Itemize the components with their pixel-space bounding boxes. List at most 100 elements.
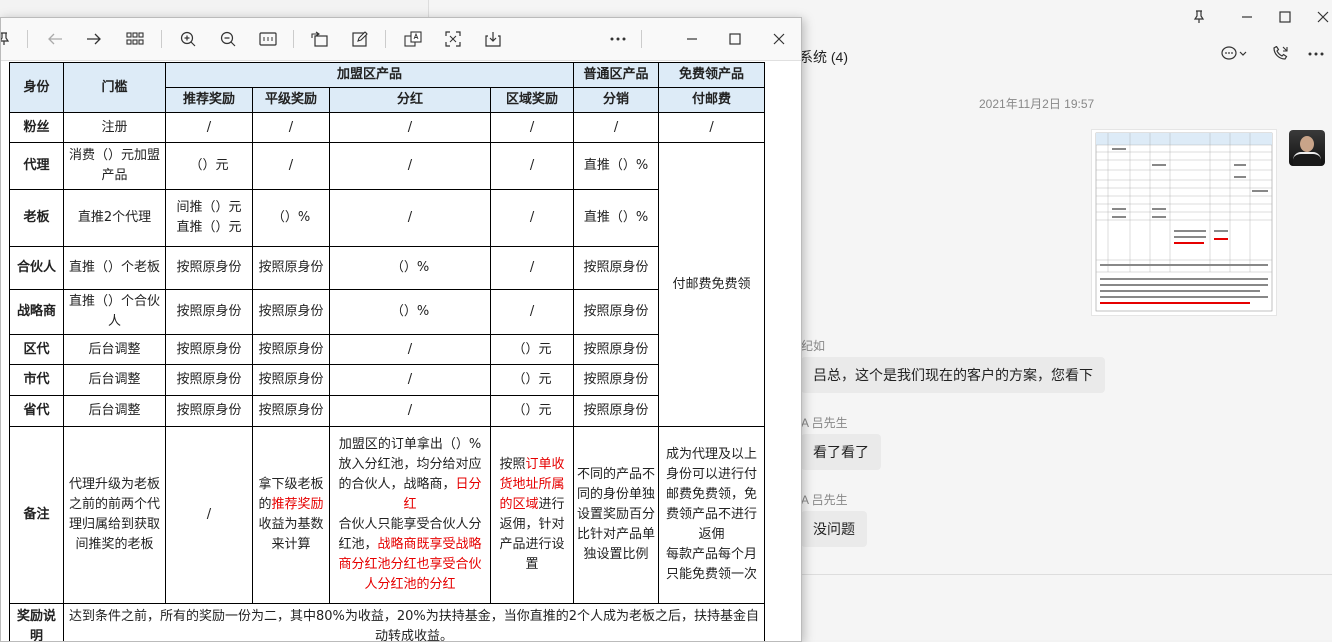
fit-icon[interactable] — [255, 26, 281, 52]
close-icon[interactable] — [766, 26, 792, 52]
remarks-regional: 按照订单收货地址所属的区域进行返佣，针对产品进行设置 — [491, 427, 574, 604]
header-regional: 区域奖励 — [491, 88, 574, 113]
rotate-icon[interactable] — [307, 26, 333, 52]
table-row: 老板 直推2个代理 间推（）元 直推（）元 （）% / / 直推（）% — [10, 190, 765, 247]
dividend-cell: / — [330, 335, 491, 365]
regional-cell: （）元 — [491, 335, 574, 365]
maximize-icon[interactable] — [1267, 4, 1303, 30]
message-bubble[interactable]: 没问题 — [801, 511, 867, 547]
remark-text: 每款产品每个月只能免费领一次 — [666, 547, 757, 582]
dividend-cell: / — [330, 113, 491, 143]
distribution-cell: 按照原身份 — [574, 290, 659, 335]
regional-cell: （）元 — [491, 365, 574, 396]
chat-title: 系统 (4) — [799, 47, 848, 67]
download-icon[interactable] — [480, 26, 506, 52]
pin-icon[interactable] — [1181, 4, 1217, 30]
header-threshold: 门槛 — [64, 63, 166, 113]
threshold-cell: 注册 — [64, 113, 166, 143]
translate-icon[interactable] — [400, 26, 426, 52]
dividend-cell: / — [330, 365, 491, 396]
referral-cell: （）元 — [166, 143, 253, 190]
identity-cell: 代理 — [10, 143, 64, 190]
reward-plan-table: 身份 门槛 加盟区产品 普通区产品 免费领产品 推荐奖励 平级奖励 分红 区域奖… — [9, 62, 765, 642]
close-icon[interactable] — [1305, 4, 1332, 30]
message-bubble[interactable]: 看了看了 — [801, 434, 881, 470]
header-level-reward: 平级奖励 — [253, 88, 330, 113]
remarks-shipping: 成为代理及以上身份可以进行付邮费免费领，免费领产品不进行返佣每款产品每个月只能免… — [659, 427, 765, 604]
dividend-cell: / — [330, 190, 491, 247]
user-avatar[interactable] — [1289, 130, 1325, 166]
regional-cell: / — [491, 290, 574, 335]
document-image: 身份 门槛 加盟区产品 普通区产品 免费领产品 推荐奖励 平级奖励 分红 区域奖… — [9, 62, 766, 642]
remarks-referral: / — [166, 427, 253, 604]
referral-cell: 按照原身份 — [166, 365, 253, 396]
remarks-dividend: 加盟区的订单拿出（）%放入分红池，均分给对应的合伙人，战略商，日分红合伙人只能享… — [330, 427, 491, 604]
header-franchise-products: 加盟区产品 — [166, 63, 574, 88]
level-reward-cell: 按照原身份 — [253, 396, 330, 427]
maximize-icon[interactable] — [722, 26, 748, 52]
grid-view-icon[interactable] — [122, 26, 148, 52]
remark-text: 成为代理及以上身份可以进行付邮费免费领，免费领产品不进行返佣 — [666, 447, 757, 542]
remarks-row: 备注 代理升级为老板之前的前两个代理归属给到获取间推奖的老板 / 拿下级老板的推… — [10, 427, 765, 604]
zoom-in-icon[interactable] — [175, 26, 201, 52]
more-icon[interactable] — [1307, 46, 1325, 66]
remark-text: 收益为基数来计算 — [258, 517, 323, 552]
remarks-threshold: 代理升级为老板之前的前两个代理归属给到获取间推奖的老板 — [64, 427, 166, 604]
header-normal-products: 普通区产品 — [574, 63, 659, 88]
threshold-cell: 后台调整 — [64, 335, 166, 365]
level-reward-cell: / — [253, 113, 330, 143]
phone-icon[interactable] — [1271, 46, 1289, 66]
zoom-out-icon[interactable] — [215, 26, 241, 52]
reward-note-label: 奖励说明 — [10, 604, 64, 642]
remark-highlight: 推荐奖励 — [272, 497, 324, 512]
identity-cell: 省代 — [10, 396, 64, 427]
identity-cell: 合伙人 — [10, 247, 64, 290]
identity-cell: 粉丝 — [10, 113, 64, 143]
back-arrow-icon[interactable] — [42, 26, 68, 52]
regional-cell: / — [491, 247, 574, 290]
dividend-cell: （）% — [330, 290, 491, 335]
threshold-cell: 直推（）个老板 — [64, 247, 166, 290]
referral-cell: 按照原身份 — [166, 335, 253, 365]
header-dividend: 分红 — [330, 88, 491, 113]
remarks-distribution: 不同的产品不同的身份单独设置奖励百分比针对产品单独设置比例 — [574, 427, 659, 604]
table-row: 市代 后台调整 按照原身份 按照原身份 / （）元 按照原身份 — [10, 365, 765, 396]
shipping-cell: / — [659, 113, 765, 143]
toolbar-divider — [293, 30, 294, 48]
table-row: 省代 后台调整 按照原身份 按照原身份 / （）元 按照原身份 — [10, 396, 765, 427]
shipping-merged-cell: 付邮费免费领 — [659, 143, 765, 427]
table-row: 区代 后台调整 按照原身份 按照原身份 / （）元 按照原身份 — [10, 335, 765, 365]
level-reward-cell: 按照原身份 — [253, 247, 330, 290]
level-reward-cell: 按照原身份 — [253, 365, 330, 396]
level-reward-cell: 按照原身份 — [253, 335, 330, 365]
toolbar-divider — [385, 30, 386, 48]
threshold-cell: 直推（）个合伙人 — [64, 290, 166, 335]
toolbar-divider — [641, 30, 642, 48]
distribution-cell: 按照原身份 — [574, 247, 659, 290]
pin-icon[interactable] — [0, 26, 17, 52]
toolbar-divider — [161, 30, 162, 48]
regional-cell: / — [491, 143, 574, 190]
edit-icon[interactable] — [347, 26, 373, 52]
toolbar-divider — [27, 30, 28, 48]
distribution-cell: 按照原身份 — [574, 396, 659, 427]
minimize-icon[interactable] — [1229, 4, 1265, 30]
header-distribution: 分销 — [574, 88, 659, 113]
dividend-cell: / — [330, 143, 491, 190]
identity-cell: 市代 — [10, 365, 64, 396]
table-row: 粉丝 注册 / / / / / / — [10, 113, 765, 143]
viewer-toolbar — [1, 18, 801, 61]
minimize-icon[interactable] — [679, 26, 705, 52]
forward-arrow-icon[interactable] — [81, 26, 107, 52]
header-identity: 身份 — [10, 63, 64, 113]
referral-cell: 间推（）元 直推（）元 — [166, 190, 253, 247]
message-bubble[interactable]: 吕总，这个是我们现在的客户的方案，您看下 — [801, 357, 1105, 393]
crop-icon[interactable] — [440, 26, 466, 52]
message-sender: A 吕先生 — [801, 491, 848, 508]
more-icon[interactable] — [605, 26, 631, 52]
chat-bubble-icon[interactable] — [1221, 46, 1247, 66]
referral-cell: 按照原身份 — [166, 290, 253, 335]
shared-image-thumbnail[interactable] — [1091, 129, 1277, 316]
remark-text: 按照 — [499, 457, 525, 472]
identity-cell: 区代 — [10, 335, 64, 365]
